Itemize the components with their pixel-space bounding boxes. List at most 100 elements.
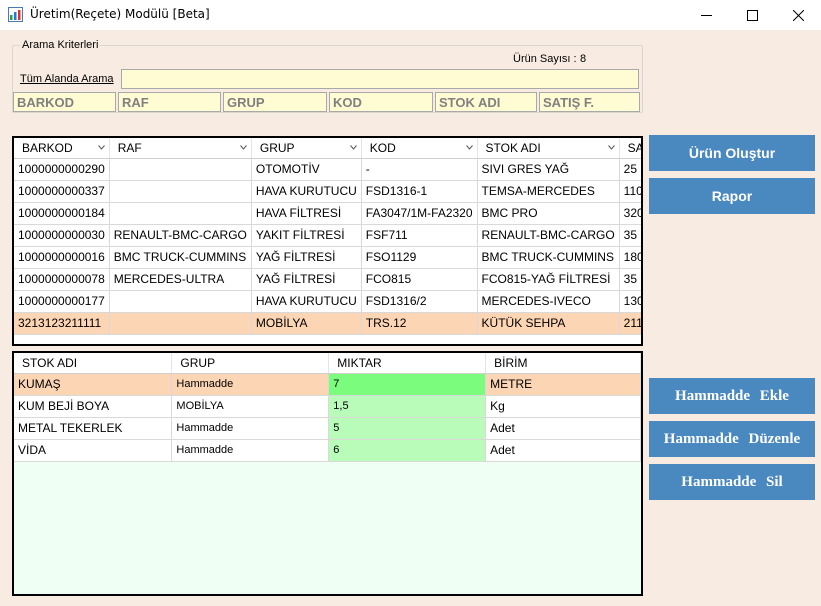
column-header-satis-f[interactable]: SATIŞ F. (619, 138, 641, 159)
cell-kod[interactable]: TRS.12 (361, 312, 478, 335)
filter-grup[interactable]: GRUP (223, 92, 327, 112)
product-row[interactable]: 1000000000030 RENAULT-BMC-CARGO YAKIT Fİ… (14, 224, 641, 247)
cell-barkod[interactable]: 3213123211111 (14, 312, 110, 335)
cell-grup[interactable]: Hammadde (171, 373, 330, 396)
cell-grup[interactable]: OTOMOTİV (251, 158, 362, 181)
cell-miktar[interactable]: 5 (328, 417, 487, 440)
product-row[interactable]: 1000000000078 MERCEDES-ULTRA YAĞ FİLTRES… (14, 268, 641, 291)
filter-satis-f[interactable]: SATIŞ F. (539, 92, 640, 112)
cell-kod[interactable]: - (361, 158, 478, 181)
filter-raf[interactable]: RAF (118, 92, 221, 112)
cell-stok-adi[interactable]: KUM BEJİ BOYA (14, 395, 173, 418)
materials-grid[interactable]: STOK ADI GRUP MIKTAR BİRİM KUMAŞ Hammadd… (12, 351, 643, 596)
column-header-birim[interactable]: BİRİM (485, 353, 641, 374)
cell-stok-adi[interactable]: METAL TEKERLEK (14, 417, 173, 440)
column-header-grup[interactable]: GRUP (171, 353, 330, 374)
cell-miktar[interactable]: 1,5 (328, 395, 487, 418)
products-grid[interactable]: BARKOD RAF GRUP KOD STOK ADI SATIŞ F. 10… (12, 136, 643, 346)
product-row[interactable]: 1000000000016 BMC TRUCK-CUMMINS YAĞ FİLT… (14, 246, 641, 269)
column-header-stok-adi[interactable]: STOK ADI (14, 353, 173, 374)
cell-grup[interactable]: HAVA KURUTUCU (251, 180, 362, 203)
column-header-kod[interactable]: KOD (361, 138, 478, 159)
cell-satis-f[interactable]: 130 (619, 290, 641, 313)
cell-stok-adi[interactable]: SIVI GRES YAĞ (477, 158, 620, 181)
cell-grup[interactable]: YAĞ FİLTRESİ (251, 246, 362, 269)
delete-material-button[interactable]: Hammadde Sil (649, 464, 815, 500)
cell-satis-f[interactable]: 180 (619, 246, 641, 269)
cell-stok-adi[interactable]: VİDA (14, 439, 173, 462)
cell-satis-f[interactable]: 35 (619, 268, 641, 291)
column-header-barkod[interactable]: BARKOD (14, 138, 110, 159)
product-row[interactable]: 1000000000337 HAVA KURUTUCU FSD1316-1 TE… (14, 180, 641, 203)
edit-material-button[interactable]: Hammadde Düzenle (649, 421, 815, 457)
cell-barkod[interactable]: 1000000000290 (14, 158, 110, 181)
cell-grup[interactable]: Hammadde (171, 417, 330, 440)
cell-kod[interactable]: FA3047/1M-FA2320 (361, 202, 478, 225)
cell-kod[interactable]: FSD1316-1 (361, 180, 478, 203)
cell-raf[interactable] (109, 312, 252, 335)
cell-barkod[interactable]: 1000000000337 (14, 180, 110, 203)
cell-stok-adi[interactable]: KÜTÜK SEHPA (477, 312, 620, 335)
cell-grup[interactable]: MOBİLYA (171, 395, 330, 418)
cell-grup[interactable]: MOBİLYA (251, 312, 362, 335)
cell-satis-f[interactable]: 320 (619, 202, 641, 225)
cell-birim[interactable]: Adet (485, 439, 641, 462)
cell-stok-adi[interactable]: BMC TRUCK-CUMMINS (477, 246, 620, 269)
report-button[interactable]: Rapor (649, 178, 815, 214)
cell-grup[interactable]: YAĞ FİLTRESİ (251, 268, 362, 291)
filter-stok-adi[interactable]: STOK ADI (435, 92, 537, 112)
cell-barkod[interactable]: 1000000000184 (14, 202, 110, 225)
cell-birim[interactable]: Adet (485, 417, 641, 440)
filter-barkod[interactable]: BARKOD (13, 92, 116, 112)
cell-grup[interactable]: Hammadde (171, 439, 330, 462)
add-material-button[interactable]: Hammadde Ekle (649, 378, 815, 414)
cell-grup[interactable]: HAVA KURUTUCU (251, 290, 362, 313)
cell-raf[interactable] (109, 290, 252, 313)
material-row-selected[interactable]: KUMAŞ Hammadde 7 METRE (14, 373, 641, 396)
cell-raf[interactable]: RENAULT-BMC-CARGO (109, 224, 252, 247)
material-row[interactable]: METAL TEKERLEK Hammadde 5 Adet (14, 417, 641, 440)
cell-kod[interactable]: FSF711 (361, 224, 478, 247)
product-row[interactable]: 1000000000290 OTOMOTİV - SIVI GRES YAĞ 2… (14, 158, 641, 181)
cell-miktar[interactable]: 6 (328, 439, 487, 462)
cell-raf[interactable] (109, 180, 252, 203)
cell-barkod[interactable]: 1000000000078 (14, 268, 110, 291)
maximize-button[interactable] (729, 0, 775, 30)
all-fields-search-input[interactable] (121, 69, 639, 89)
cell-satis-f[interactable]: 25 (619, 158, 641, 181)
cell-kod[interactable]: FSD1316/2 (361, 290, 478, 313)
cell-stok-adi[interactable]: BMC PRO (477, 202, 620, 225)
cell-stok-adi[interactable]: FCO815-YAĞ FİLTRESİ (477, 268, 620, 291)
cell-grup[interactable]: YAKIT FİLTRESİ (251, 224, 362, 247)
material-row[interactable]: KUM BEJİ BOYA MOBİLYA 1,5 Kg (14, 395, 641, 418)
cell-raf[interactable]: BMC TRUCK-CUMMINS (109, 246, 252, 269)
cell-satis-f[interactable]: 35 (619, 224, 641, 247)
cell-raf[interactable] (109, 158, 252, 181)
cell-birim[interactable]: METRE (485, 373, 641, 396)
product-row-selected[interactable]: 3213123211111 MOBİLYA TRS.12 KÜTÜK SEHPA… (14, 312, 641, 335)
minimize-button[interactable] (683, 0, 729, 30)
product-row[interactable]: 1000000000177 HAVA KURUTUCU FSD1316/2 ME… (14, 290, 641, 313)
cell-stok-adi[interactable]: TEMSA-MERCEDES (477, 180, 620, 203)
cell-barkod[interactable]: 1000000000016 (14, 246, 110, 269)
filter-kod[interactable]: KOD (329, 92, 433, 112)
cell-miktar[interactable]: 7 (328, 373, 487, 396)
cell-stok-adi[interactable]: RENAULT-BMC-CARGO (477, 224, 620, 247)
cell-kod[interactable]: FSO1129 (361, 246, 478, 269)
cell-stok-adi[interactable]: MERCEDES-IVECO (477, 290, 620, 313)
column-header-raf[interactable]: RAF (109, 138, 252, 159)
close-button[interactable] (775, 0, 821, 30)
cell-barkod[interactable]: 1000000000177 (14, 290, 110, 313)
cell-satis-f[interactable]: 110 (619, 180, 641, 203)
product-row[interactable]: 1000000000184 HAVA FİLTRESİ FA3047/1M-FA… (14, 202, 641, 225)
cell-birim[interactable]: Kg (485, 395, 641, 418)
cell-kod[interactable]: FCO815 (361, 268, 478, 291)
cell-barkod[interactable]: 1000000000030 (14, 224, 110, 247)
column-header-grup[interactable]: GRUP (251, 138, 362, 159)
material-row[interactable]: VİDA Hammadde 6 Adet (14, 439, 641, 462)
cell-raf[interactable] (109, 202, 252, 225)
column-header-miktar[interactable]: MIKTAR (328, 353, 487, 374)
cell-stok-adi[interactable]: KUMAŞ (14, 373, 173, 396)
cell-grup[interactable]: HAVA FİLTRESİ (251, 202, 362, 225)
create-product-button[interactable]: Ürün Oluştur (649, 135, 815, 171)
